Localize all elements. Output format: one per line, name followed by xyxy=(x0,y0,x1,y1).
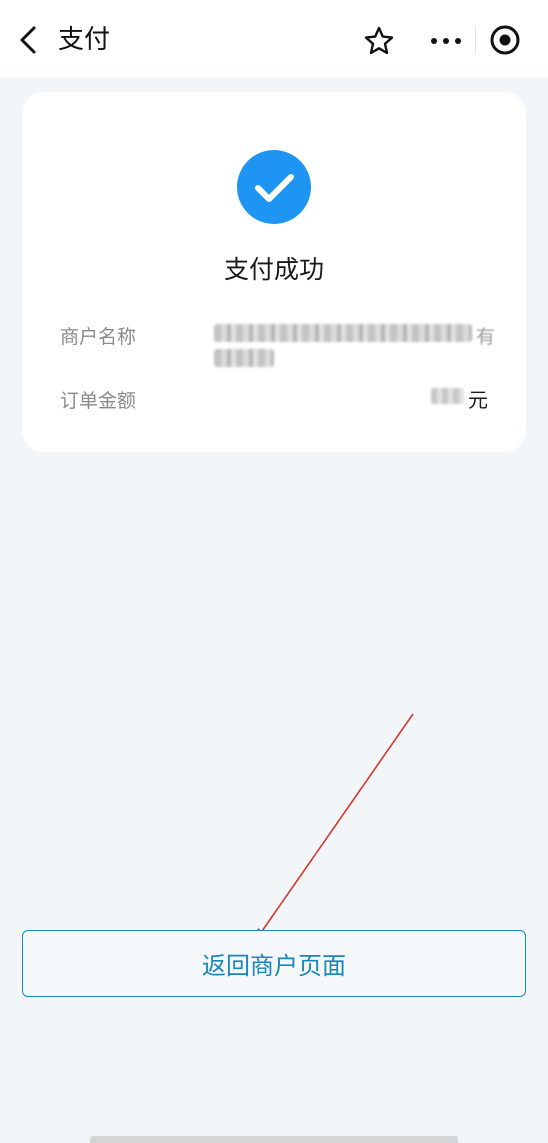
target-icon xyxy=(490,25,520,55)
order-amount-label: 订单金额 xyxy=(60,390,137,412)
order-amount-unit: 元 xyxy=(468,388,488,412)
favorite-button[interactable] xyxy=(362,24,396,58)
close-miniprogram-button[interactable] xyxy=(487,22,523,58)
capsule-divider xyxy=(475,26,476,54)
more-icon xyxy=(431,38,461,44)
success-check-icon xyxy=(237,150,311,224)
star-icon xyxy=(364,26,394,55)
top-bar: 支付 xyxy=(0,0,548,78)
more-button[interactable] xyxy=(428,24,464,58)
page-title: 支付 xyxy=(58,25,111,55)
return-to-merchant-button[interactable]: 返回商户页面 xyxy=(22,930,526,997)
home-indicator xyxy=(90,1136,458,1143)
merchant-name-label: 商户名称 xyxy=(60,326,137,348)
back-arrow-icon xyxy=(20,26,36,54)
merchant-name-tail: 有 xyxy=(476,326,496,348)
payment-result-card: 支付成功 商户名称 有 订单金额 元 xyxy=(22,92,526,452)
merchant-name-redacted xyxy=(214,324,472,342)
merchant-name-redacted-line2 xyxy=(214,349,274,367)
order-amount-redacted xyxy=(431,388,464,404)
payment-status: 支付成功 xyxy=(223,255,324,284)
back-button[interactable] xyxy=(14,22,46,58)
